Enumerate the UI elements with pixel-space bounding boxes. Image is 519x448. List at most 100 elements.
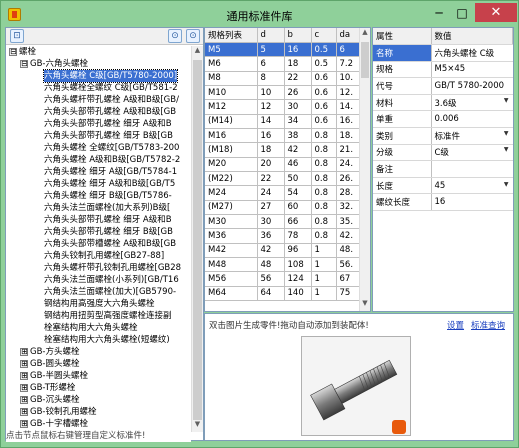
property-row[interactable]: 备注	[373, 160, 513, 178]
table-row[interactable]: M24 24 54 0.8 28.	[205, 185, 362, 201]
property-row[interactable]: 单重 0.006	[373, 110, 513, 129]
property-row[interactable]: 分级 C级 ▼	[373, 144, 513, 162]
table-row[interactable]: M5 5 16 0.5 6	[205, 42, 362, 58]
property-value[interactable]: 标准件 ▼	[431, 127, 513, 145]
tree-item[interactable]: 栓塞结构用大六角头螺栓	[44, 322, 138, 334]
dropdown-arrow-icon[interactable]: ▼	[504, 97, 509, 104]
tree-item[interactable]: 六角头法兰面螺栓(加大系列)B级[	[44, 202, 170, 214]
property-value[interactable]	[431, 160, 513, 178]
property-value[interactable]: M5×45	[431, 61, 513, 79]
dropdown-arrow-icon[interactable]: ▼	[504, 181, 509, 188]
tree-item[interactable]: 六角头螺栓 全螺纹[GB/T5783-200	[44, 142, 179, 154]
title-bar[interactable]: 通用标准件库 ─ □ ✕	[1, 1, 518, 28]
expand-icon[interactable]: ⊞	[20, 407, 28, 416]
column-header[interactable]: da	[336, 28, 362, 43]
maximize-button[interactable]: □	[454, 6, 470, 20]
expand-icon[interactable]: ⊞	[20, 395, 28, 404]
tree-item[interactable]: 六角头法兰面螺栓(加大)[GB5790-	[44, 286, 176, 298]
table-row[interactable]: (M18) 18 42 0.8 21.	[205, 142, 362, 158]
property-value[interactable]: 0.006	[431, 110, 513, 129]
settings-link[interactable]: 设置	[447, 319, 464, 331]
dropdown-arrow-icon[interactable]: ▼	[504, 130, 509, 137]
tree-item[interactable]: 六角头螺栓 细牙 A级[GB/T5784-1	[44, 166, 177, 178]
tree-item[interactable]: 六角头头部带孔螺栓 细牙 B级[GB	[44, 226, 173, 238]
scrollbar-thumb[interactable]	[193, 60, 202, 420]
tree-node-group[interactable]: ⊞ GB-方头螺栓	[20, 346, 80, 358]
generate-part-icon[interactable]	[392, 420, 406, 434]
tree-item[interactable]: 六角头铰制孔用螺栓[GB27-88]	[44, 250, 164, 262]
table-row[interactable]: (M22) 22 50 0.8 26.	[205, 171, 362, 187]
refresh-icon[interactable]: ⊡	[10, 29, 24, 43]
table-row[interactable]: (M14) 14 34 0.6 16.	[205, 114, 362, 129]
property-value[interactable]: 45 ▼	[431, 177, 513, 195]
tree-node-group[interactable]: ⊟ GB-六角头螺栓	[20, 58, 88, 70]
tree-item[interactable]: 六角头螺杆带孔螺栓 A级和B级[GB/	[44, 94, 179, 106]
standard-query-link[interactable]: 标准查询	[471, 319, 505, 331]
tree-node-group[interactable]: ⊞ GB-沉头螺栓	[20, 394, 80, 406]
table-row[interactable]: M36 36 78 0.8 42.	[205, 228, 362, 244]
property-row[interactable]: 代号 GB/T 5780-2000	[373, 77, 513, 95]
table-row[interactable]: M12 12 30 0.6 14.	[205, 99, 362, 115]
table-row[interactable]: (M27) 27 60 0.8 32.	[205, 200, 362, 215]
expand-icon[interactable]: ⊞	[20, 371, 28, 380]
scroll-down-icon[interactable]: ▼	[360, 299, 370, 311]
search-icon[interactable]: ⊙	[168, 29, 182, 43]
property-value[interactable]: 16	[431, 193, 513, 212]
tree-node-group[interactable]: ⊞ GB-十字槽螺栓	[20, 418, 88, 430]
property-row[interactable]: 类别 标准件 ▼	[373, 127, 513, 145]
spec-scrollbar[interactable]: ▲ ▼	[359, 28, 370, 311]
collapse-icon[interactable]: ⊟	[9, 47, 17, 56]
tree-item[interactable]: 钢结构用高强度大六角头螺栓	[44, 298, 155, 310]
tree-item[interactable]: 六角头头部带孔螺栓 细牙 A级和B	[44, 214, 172, 226]
table-row[interactable]: M48 48 108 1 56.	[205, 257, 362, 273]
tree-item[interactable]: 六角头螺栓全螺纹 C级[GB/T581-2	[44, 82, 178, 94]
expand-icon[interactable]: ⊞	[20, 347, 28, 356]
tree-item[interactable]: 六角头螺栓 C级[GB/T5780-2000]	[42, 69, 179, 83]
scroll-up-icon[interactable]: ▲	[192, 46, 203, 58]
column-header[interactable]: d	[257, 28, 285, 43]
tree-item[interactable]: 六角头螺栓 细牙 A级和B级[GB/T5	[44, 178, 175, 190]
scroll-up-icon[interactable]: ▲	[360, 28, 370, 40]
table-row[interactable]: M10 10 26 0.6 12.	[205, 85, 362, 101]
property-value[interactable]: GB/T 5780-2000	[431, 77, 513, 95]
property-row[interactable]: 螺纹长度 16	[373, 193, 513, 212]
property-row[interactable]: 名称 六角头螺栓 C级	[373, 44, 513, 62]
tree-item[interactable]: 六角头螺栓 A级和B级[GB/T5782-2	[44, 154, 180, 166]
table-row[interactable]: M6 6 18 0.5 7.2	[205, 56, 362, 72]
table-row[interactable]: M30 30 66 0.8 35.	[205, 214, 362, 230]
collapse-icon[interactable]: ⊟	[20, 59, 28, 68]
tree-node-group[interactable]: ⊞ GB-圆头螺栓	[20, 358, 80, 370]
scrollbar-thumb[interactable]	[361, 42, 369, 78]
tree-item[interactable]: 六角头头部带孔螺栓 细牙 B级[GB	[44, 130, 173, 142]
tree-item[interactable]: 六角头头部带孔螺栓 细牙 A级和B	[44, 118, 172, 130]
bolt-preview-image[interactable]	[301, 336, 411, 436]
dropdown-arrow-icon[interactable]: ▼	[504, 146, 509, 153]
expand-icon[interactable]: ⊞	[20, 419, 28, 428]
column-header[interactable]: b	[284, 28, 312, 43]
tree-node-group[interactable]: ⊞ GB-半圆头螺栓	[20, 370, 88, 382]
tree-node-group[interactable]: ⊞ GB-铰制孔用螺栓	[20, 406, 97, 418]
table-row[interactable]: M56 56 124 1 67	[205, 271, 362, 287]
tree-item[interactable]: 钢结构用扭剪型高强度螺栓连接副	[44, 310, 172, 322]
scroll-down-icon[interactable]: ▼	[192, 420, 203, 432]
column-header[interactable]: c	[311, 28, 337, 43]
property-row[interactable]: 长度 45 ▼	[373, 177, 513, 195]
close-button[interactable]: ✕	[475, 3, 517, 22]
table-row[interactable]: M8 8 22 0.6 10.	[205, 71, 362, 86]
tree-item[interactable]: 六角头头部带孔螺栓 A级和B级[GB	[44, 106, 176, 118]
minimize-button[interactable]: ─	[431, 6, 447, 20]
tree-node-group[interactable]: ⊞ GB-T形螺栓	[20, 382, 75, 394]
tree-scrollbar[interactable]: ▲ ▼	[191, 46, 203, 432]
property-row[interactable]: 材料 3.6级 ▼	[373, 94, 513, 112]
property-value[interactable]: C级 ▼	[431, 144, 513, 162]
table-row[interactable]: M20 20 46 0.8 24.	[205, 157, 362, 172]
property-value[interactable]: 六角头螺栓 C级	[431, 44, 513, 62]
expand-icon[interactable]: ⊞	[20, 359, 28, 368]
property-value[interactable]: 3.6级 ▼	[431, 94, 513, 112]
table-row[interactable]: M16 16 38 0.8 18.	[205, 128, 362, 144]
tree-node-root[interactable]: ⊟ 螺栓	[9, 46, 36, 58]
tree-item[interactable]: 六角头头部带槽螺栓 A级和B级[GB	[44, 238, 176, 250]
search-next-icon[interactable]: ⊙	[186, 29, 200, 43]
table-row[interactable]: M42 42 96 1 48.	[205, 243, 362, 259]
tree-item[interactable]: 栓塞结构用大六角头螺栓(短螺纹)	[44, 334, 170, 346]
